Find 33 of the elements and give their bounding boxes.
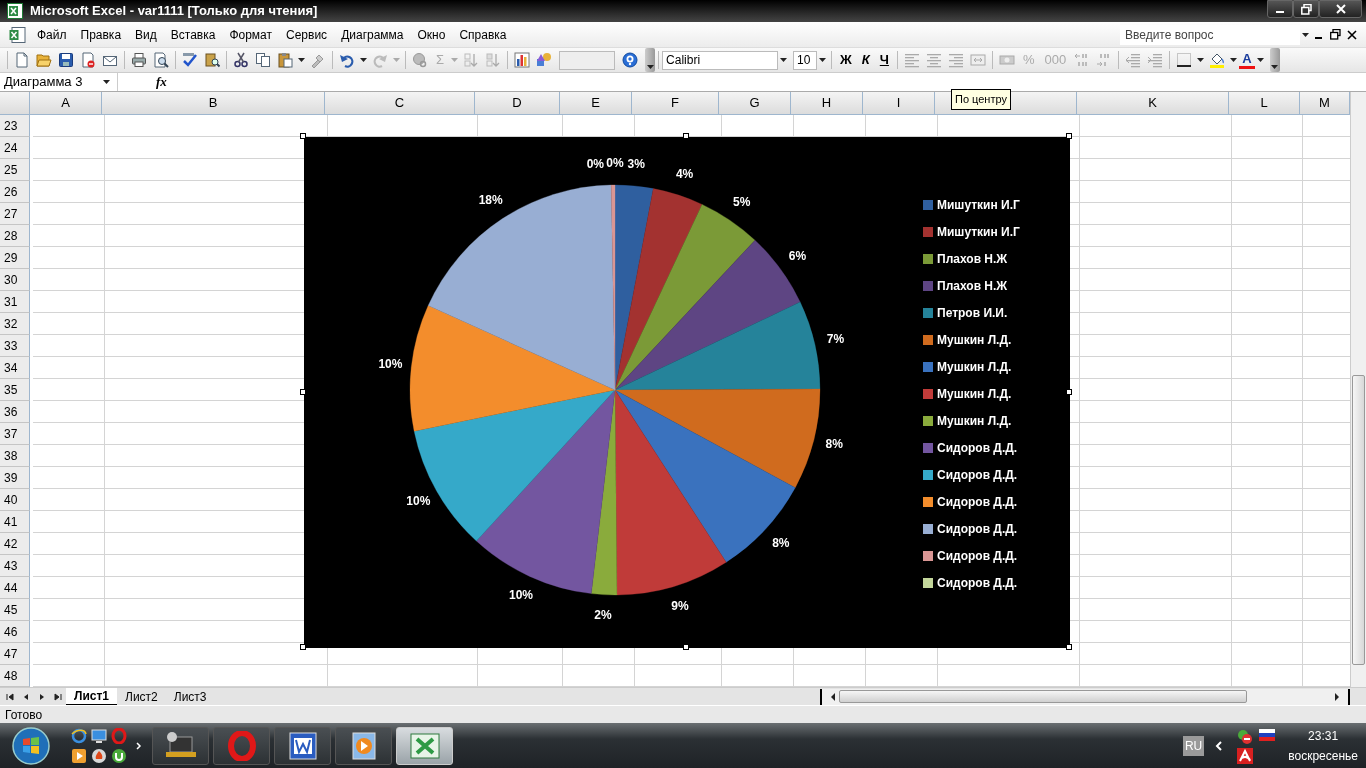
data-label: 10%	[406, 493, 431, 508]
window-title: Microsoft Excel - var1111 [Только для чтения]	[30, 2, 318, 21]
data-label: 4%	[675, 167, 694, 182]
legend-label: Мушкин Л.Д.	[937, 412, 1012, 430]
data-label: 6%	[788, 248, 807, 263]
status-text: Готово	[5, 706, 43, 724]
legend-label: Петров И.И.	[937, 304, 1008, 322]
legend-label: Сидоров Д.Д.	[937, 547, 1018, 565]
data-label: 18%	[478, 193, 503, 208]
data-label: 0%	[606, 156, 624, 171]
legend-label: Мишуткин И.Г	[937, 196, 1020, 214]
legend-label: Сидоров Д.Д.	[937, 574, 1018, 592]
legend-label: Плахов Н.Ж	[937, 277, 1008, 295]
legend-label: Мишуткин И.Г	[937, 223, 1020, 241]
legend-label: Сидоров Д.Д.	[937, 466, 1018, 484]
data-label: 8%	[825, 437, 843, 452]
legend-label: Сидоров Д.Д.	[937, 493, 1018, 511]
data-label: 3%	[627, 157, 645, 172]
data-label: 8%	[772, 535, 790, 550]
legend-label: Мушкин Л.Д.	[937, 331, 1012, 349]
legend-label: Мушкин Л.Д.	[937, 358, 1012, 376]
data-label: 7%	[826, 331, 845, 346]
legend-label: Плахов Н.Ж	[937, 250, 1008, 268]
data-label: 10%	[509, 587, 533, 602]
data-label: 5%	[733, 195, 751, 210]
data-label: 0%	[586, 157, 604, 172]
data-label: 9%	[671, 598, 689, 613]
tooltip: По центру	[951, 89, 1011, 110]
data-label: 2%	[594, 607, 612, 622]
legend-label: Сидоров Д.Д.	[937, 520, 1018, 538]
legend-label: Мушкин Л.Д.	[937, 385, 1012, 403]
data-label: 10%	[378, 357, 403, 372]
legend-label: Сидоров Д.Д.	[937, 439, 1018, 457]
